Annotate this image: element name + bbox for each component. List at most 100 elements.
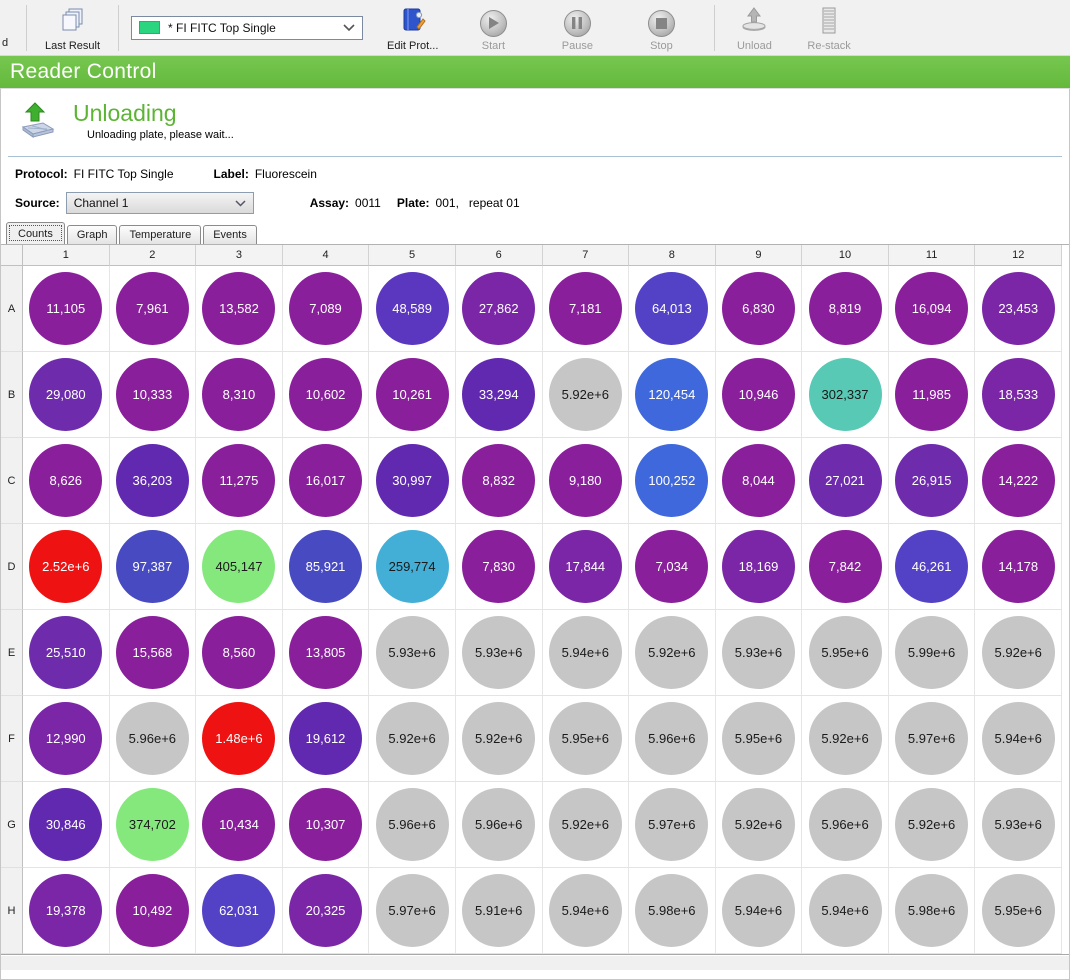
well-D1[interactable]: 2.52e+6 (29, 530, 102, 603)
well-D10[interactable]: 7,842 (809, 530, 882, 603)
well-F10[interactable]: 5.92e+6 (809, 702, 882, 775)
well-G4[interactable]: 10,307 (289, 788, 362, 861)
well-H10[interactable]: 5.94e+6 (809, 874, 882, 947)
well-E4[interactable]: 13,805 (289, 616, 362, 689)
well-F11[interactable]: 5.97e+6 (895, 702, 968, 775)
well-H6[interactable]: 5.91e+6 (462, 874, 535, 947)
well-B12[interactable]: 18,533 (982, 358, 1055, 431)
well-H11[interactable]: 5.98e+6 (895, 874, 968, 947)
last-result-button[interactable]: Last Result (39, 2, 106, 54)
well-E2[interactable]: 15,568 (116, 616, 189, 689)
well-A4[interactable]: 7,089 (289, 272, 362, 345)
tab-events[interactable]: Events (203, 225, 257, 244)
well-D9[interactable]: 18,169 (722, 530, 795, 603)
well-E5[interactable]: 5.93e+6 (376, 616, 449, 689)
well-D11[interactable]: 46,261 (895, 530, 968, 603)
well-H4[interactable]: 20,325 (289, 874, 362, 947)
well-B1[interactable]: 29,080 (29, 358, 102, 431)
pause-button[interactable]: Pause (550, 2, 604, 54)
well-E9[interactable]: 5.93e+6 (722, 616, 795, 689)
well-D12[interactable]: 14,178 (982, 530, 1055, 603)
restack-button[interactable]: Re-stack (801, 2, 856, 54)
well-H7[interactable]: 5.94e+6 (549, 874, 622, 947)
well-H2[interactable]: 10,492 (116, 874, 189, 947)
source-select[interactable]: Channel 1 (66, 192, 254, 214)
well-F3[interactable]: 1.48e+6 (202, 702, 275, 775)
well-B4[interactable]: 10,602 (289, 358, 362, 431)
start-button[interactable]: Start (466, 2, 520, 54)
well-G3[interactable]: 10,434 (202, 788, 275, 861)
well-A3[interactable]: 13,582 (202, 272, 275, 345)
well-H9[interactable]: 5.94e+6 (722, 874, 795, 947)
well-H12[interactable]: 5.95e+6 (982, 874, 1055, 947)
well-F12[interactable]: 5.94e+6 (982, 702, 1055, 775)
unload-button[interactable]: Unload (727, 2, 781, 54)
well-E8[interactable]: 5.92e+6 (635, 616, 708, 689)
well-C2[interactable]: 36,203 (116, 444, 189, 517)
well-A7[interactable]: 7,181 (549, 272, 622, 345)
well-C9[interactable]: 8,044 (722, 444, 795, 517)
well-G12[interactable]: 5.93e+6 (982, 788, 1055, 861)
well-G9[interactable]: 5.92e+6 (722, 788, 795, 861)
well-A10[interactable]: 8,819 (809, 272, 882, 345)
well-E1[interactable]: 25,510 (29, 616, 102, 689)
well-F5[interactable]: 5.92e+6 (376, 702, 449, 775)
well-E12[interactable]: 5.92e+6 (982, 616, 1055, 689)
well-A12[interactable]: 23,453 (982, 272, 1055, 345)
well-B10[interactable]: 302,337 (809, 358, 882, 431)
protocol-select[interactable]: * FI FITC Top Single (131, 16, 363, 40)
well-E7[interactable]: 5.94e+6 (549, 616, 622, 689)
well-F4[interactable]: 19,612 (289, 702, 362, 775)
well-B2[interactable]: 10,333 (116, 358, 189, 431)
well-G6[interactable]: 5.96e+6 (462, 788, 535, 861)
well-B6[interactable]: 33,294 (462, 358, 535, 431)
well-D4[interactable]: 85,921 (289, 530, 362, 603)
well-A9[interactable]: 6,830 (722, 272, 795, 345)
well-A1[interactable]: 11,105 (29, 272, 102, 345)
well-B8[interactable]: 120,454 (635, 358, 708, 431)
well-B11[interactable]: 11,985 (895, 358, 968, 431)
well-D8[interactable]: 7,034 (635, 530, 708, 603)
well-B3[interactable]: 8,310 (202, 358, 275, 431)
well-A8[interactable]: 64,013 (635, 272, 708, 345)
stop-button[interactable]: Stop (634, 2, 688, 54)
well-H3[interactable]: 62,031 (202, 874, 275, 947)
well-D3[interactable]: 405,147 (202, 530, 275, 603)
well-B7[interactable]: 5.92e+6 (549, 358, 622, 431)
well-G10[interactable]: 5.96e+6 (809, 788, 882, 861)
well-D5[interactable]: 259,774 (376, 530, 449, 603)
well-A5[interactable]: 48,589 (376, 272, 449, 345)
well-G2[interactable]: 374,702 (116, 788, 189, 861)
well-C7[interactable]: 9,180 (549, 444, 622, 517)
well-C4[interactable]: 16,017 (289, 444, 362, 517)
well-E11[interactable]: 5.99e+6 (895, 616, 968, 689)
edit-protocol-button[interactable]: Edit Prot... (381, 2, 444, 54)
well-H1[interactable]: 19,378 (29, 874, 102, 947)
well-E3[interactable]: 8,560 (202, 616, 275, 689)
well-H5[interactable]: 5.97e+6 (376, 874, 449, 947)
well-G1[interactable]: 30,846 (29, 788, 102, 861)
well-E10[interactable]: 5.95e+6 (809, 616, 882, 689)
well-F8[interactable]: 5.96e+6 (635, 702, 708, 775)
well-C10[interactable]: 27,021 (809, 444, 882, 517)
well-C12[interactable]: 14,222 (982, 444, 1055, 517)
well-C6[interactable]: 8,832 (462, 444, 535, 517)
well-A6[interactable]: 27,862 (462, 272, 535, 345)
well-G8[interactable]: 5.97e+6 (635, 788, 708, 861)
well-C11[interactable]: 26,915 (895, 444, 968, 517)
well-E6[interactable]: 5.93e+6 (462, 616, 535, 689)
well-G7[interactable]: 5.92e+6 (549, 788, 622, 861)
well-C3[interactable]: 11,275 (202, 444, 275, 517)
well-B5[interactable]: 10,261 (376, 358, 449, 431)
well-F9[interactable]: 5.95e+6 (722, 702, 795, 775)
tab-temperature[interactable]: Temperature (119, 225, 201, 244)
tab-counts[interactable]: Counts (6, 222, 65, 244)
well-A11[interactable]: 16,094 (895, 272, 968, 345)
well-D6[interactable]: 7,830 (462, 530, 535, 603)
well-H8[interactable]: 5.98e+6 (635, 874, 708, 947)
well-B9[interactable]: 10,946 (722, 358, 795, 431)
well-F7[interactable]: 5.95e+6 (549, 702, 622, 775)
well-G5[interactable]: 5.96e+6 (376, 788, 449, 861)
well-D7[interactable]: 17,844 (549, 530, 622, 603)
well-F2[interactable]: 5.96e+6 (116, 702, 189, 775)
